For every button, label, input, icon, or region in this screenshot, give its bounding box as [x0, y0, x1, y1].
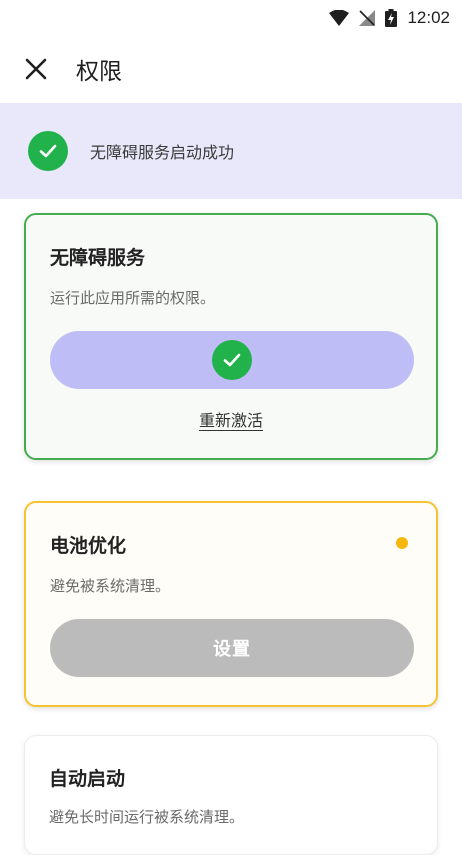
success-banner: 无障碍服务启动成功 [0, 103, 462, 199]
autostart-card: 自动启动 避免长时间运行被系统清理。 [24, 735, 438, 855]
check-circle-icon [212, 340, 252, 380]
reactivate-link[interactable]: 重新激活 [199, 411, 263, 430]
accessibility-enabled-button[interactable] [50, 331, 414, 389]
card-description: 运行此应用所需的权限。 [50, 289, 216, 307]
close-button[interactable] [18, 51, 54, 87]
status-bar: 12:02 [0, 0, 462, 36]
reactivate-link-row: 重新激活 [26, 407, 436, 431]
battery-charging-icon [385, 9, 398, 27]
status-time: 12:02 [407, 8, 450, 27]
card-title: 电池优化 [50, 535, 127, 557]
card-description: 避免被系统清理。 [50, 577, 171, 595]
accessibility-service-card: 无障碍服务 运行此应用所需的权限。 重新激活 [24, 213, 438, 460]
banner-text: 无障碍服务启动成功 [90, 143, 235, 162]
settings-button-label: 设置 [213, 639, 251, 660]
check-circle-icon [28, 131, 68, 171]
app-bar: 权限 [0, 44, 462, 94]
battery-settings-button[interactable]: 设置 [50, 619, 414, 677]
wifi-icon [329, 10, 350, 26]
card-description: 避免长时间运行被系统清理。 [49, 808, 245, 826]
battery-optimization-card: 电池优化 避免被系统清理。 设置 [24, 501, 438, 707]
page-title: 权限 [76, 59, 122, 85]
close-icon [25, 58, 47, 80]
card-title: 自动启动 [49, 768, 126, 790]
status-dot [396, 537, 408, 549]
card-title: 无障碍服务 [50, 247, 146, 269]
no-sim-icon [359, 10, 376, 26]
